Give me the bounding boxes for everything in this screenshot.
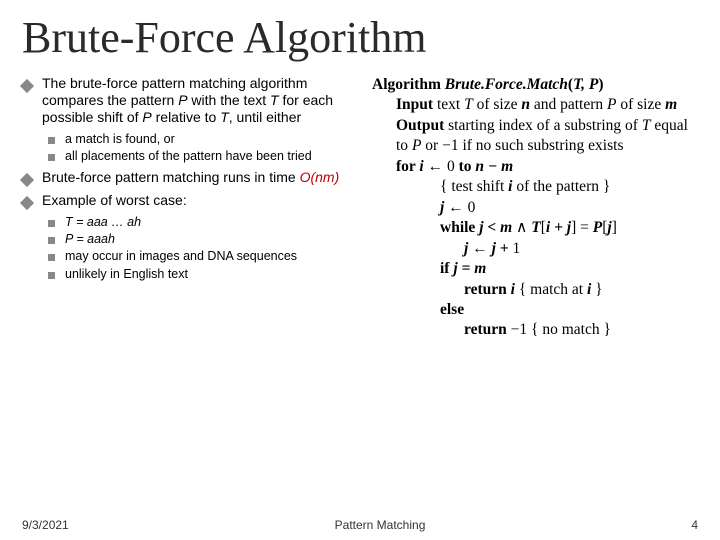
bullet-1-text: The brute-force pattern matching algorit…: [42, 75, 362, 126]
bullet-3-text: Example of worst case:: [42, 192, 362, 209]
content-columns: The brute-force pattern matching algorit…: [22, 75, 698, 341]
diamond-icon: [20, 196, 34, 210]
sub-1a: a match is found, or: [48, 132, 362, 147]
algo-return-match: return i { match at i }: [372, 280, 698, 300]
algo-input: Input text T of size n and pattern P of …: [372, 95, 698, 115]
slide-title: Brute-Force Algorithm: [22, 12, 698, 63]
sub-3d-text: unlikely in English text: [65, 267, 188, 282]
algo-comment-shift: { test shift i of the pattern }: [372, 177, 698, 197]
square-icon: [48, 254, 55, 261]
sub-1b: all placements of the pattern have been …: [48, 149, 362, 164]
sub-3c-text: may occur in images and DNA sequences: [65, 249, 297, 264]
sub-1b-text: all placements of the pattern have been …: [65, 149, 312, 164]
diamond-icon: [20, 173, 34, 187]
sub-3a-text: T = aaa … ah: [65, 215, 141, 230]
diamond-icon: [20, 79, 34, 93]
algo-return-nomatch: return −1 { no match }: [372, 320, 698, 340]
algo-for: for i ← 0 to n − m: [372, 157, 698, 177]
footer-date: 9/3/2021: [22, 518, 69, 532]
sub-3c: may occur in images and DNA sequences: [48, 249, 362, 264]
slide: Brute-Force Algorithm The brute-force pa…: [0, 0, 720, 540]
footer: 9/3/2021 Pattern Matching 4: [22, 518, 698, 532]
square-icon: [48, 237, 55, 244]
bullet-1: The brute-force pattern matching algorit…: [22, 75, 362, 126]
left-column: The brute-force pattern matching algorit…: [22, 75, 362, 341]
sub-3a: T = aaa … ah: [48, 215, 362, 230]
square-icon: [48, 220, 55, 227]
bullet-2: Brute-force pattern matching runs in tim…: [22, 169, 362, 186]
bullet-2-text: Brute-force pattern matching runs in tim…: [42, 169, 362, 186]
algo-while: while j < m ∧ T[i + j] = P[j]: [372, 218, 698, 238]
algo-if: if j = m: [372, 259, 698, 279]
square-icon: [48, 137, 55, 144]
algo-j-init: j ← 0: [372, 198, 698, 218]
sub-3b-text: P = aaah: [65, 232, 115, 247]
sub-1a-text: a match is found, or: [65, 132, 175, 147]
square-icon: [48, 154, 55, 161]
square-icon: [48, 272, 55, 279]
algorithm-block: Algorithm Brute.​Force.​Match(T, P) Inpu…: [372, 75, 698, 341]
algo-line-1: Algorithm Brute.​Force.​Match(T, P): [372, 76, 604, 93]
footer-page: 4: [691, 518, 698, 532]
algo-else: else: [372, 300, 698, 320]
algo-output: Output starting index of a substring of …: [372, 116, 698, 157]
bullet-3: Example of worst case:: [22, 192, 362, 209]
sub-3b: P = aaah: [48, 232, 362, 247]
algo-j-incr: j ← j + 1: [372, 239, 698, 259]
footer-center: Pattern Matching: [335, 518, 426, 532]
sub-3d: unlikely in English text: [48, 267, 362, 282]
